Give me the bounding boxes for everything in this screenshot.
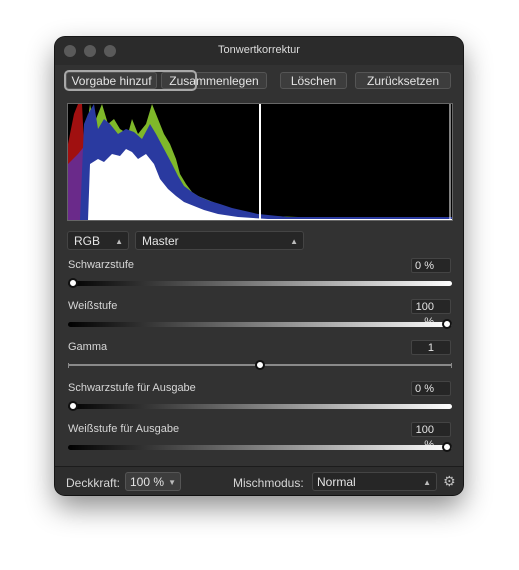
output-white-level-knob[interactable] (442, 442, 452, 452)
white-level-slider[interactable] (68, 319, 452, 329)
gamma-slider[interactable] (68, 360, 452, 370)
output-white-level-slider[interactable] (68, 442, 452, 452)
color-space-value: RGB (74, 234, 101, 248)
output-black-level-value[interactable]: 0 % (411, 381, 451, 396)
chevron-updown-icon: ▲ (115, 237, 123, 246)
white-level-label: Weißstufe (68, 300, 118, 312)
opacity-select[interactable]: 100 % ▼ (125, 472, 181, 491)
white-level-knob[interactable] (442, 319, 452, 329)
levels-window: Tonwertkorrektur Vorgabe hinzuf Zusammen… (55, 37, 463, 495)
blend-mode-select[interactable]: Normal ▲ (312, 472, 437, 491)
color-space-select[interactable]: RGB ▲ (67, 231, 129, 250)
black-level-slider[interactable] (68, 278, 452, 288)
bottom-bar: Deckkraft: 100 % ▼ Mischmodus: Normal ▲ … (55, 466, 463, 495)
gamma-label: Gamma (68, 341, 108, 353)
channel-value: Master (142, 234, 179, 248)
blend-mode-label: Mischmodus: (233, 476, 304, 490)
title-bar: Tonwertkorrektur (55, 37, 463, 65)
opacity-label: Deckkraft: (66, 476, 121, 490)
reset-button[interactable]: Zurücksetzen (355, 72, 451, 89)
white-level-value[interactable]: 100 % (411, 299, 451, 328)
gamma-value[interactable]: 1 (411, 340, 451, 355)
output-black-level-label: Schwarzstufe für Ausgabe (68, 382, 196, 394)
histogram[interactable] (67, 103, 453, 221)
output-black-level-slider[interactable] (68, 401, 452, 411)
opacity-value: 100 % (130, 475, 165, 489)
chevron-down-icon: ▼ (168, 478, 176, 487)
chevron-updown-icon: ▲ (423, 478, 431, 487)
gear-icon[interactable]: ⚙ (443, 473, 456, 490)
focus-highlight (64, 70, 197, 91)
gamma-tick-start (68, 363, 69, 368)
gamma-tick-end (451, 363, 452, 368)
channel-select[interactable]: Master ▲ (135, 231, 304, 250)
histogram-white (88, 149, 452, 220)
black-level-value[interactable]: 0 % (411, 258, 451, 273)
window-title: Tonwertkorrektur (218, 44, 300, 56)
histogram-graph (68, 104, 452, 220)
output-white-level-value[interactable]: 100 % (411, 422, 451, 451)
blend-mode-value: Normal (317, 475, 356, 489)
output-white-level-label: Weißstufe für Ausgabe (68, 423, 180, 435)
gamma-knob[interactable] (255, 360, 265, 370)
chevron-updown-icon: ▲ (290, 237, 298, 246)
black-level-knob[interactable] (68, 278, 78, 288)
output-black-level-knob[interactable] (68, 401, 78, 411)
black-level-label: Schwarzstufe (68, 259, 135, 271)
delete-button[interactable]: Löschen (280, 72, 347, 89)
